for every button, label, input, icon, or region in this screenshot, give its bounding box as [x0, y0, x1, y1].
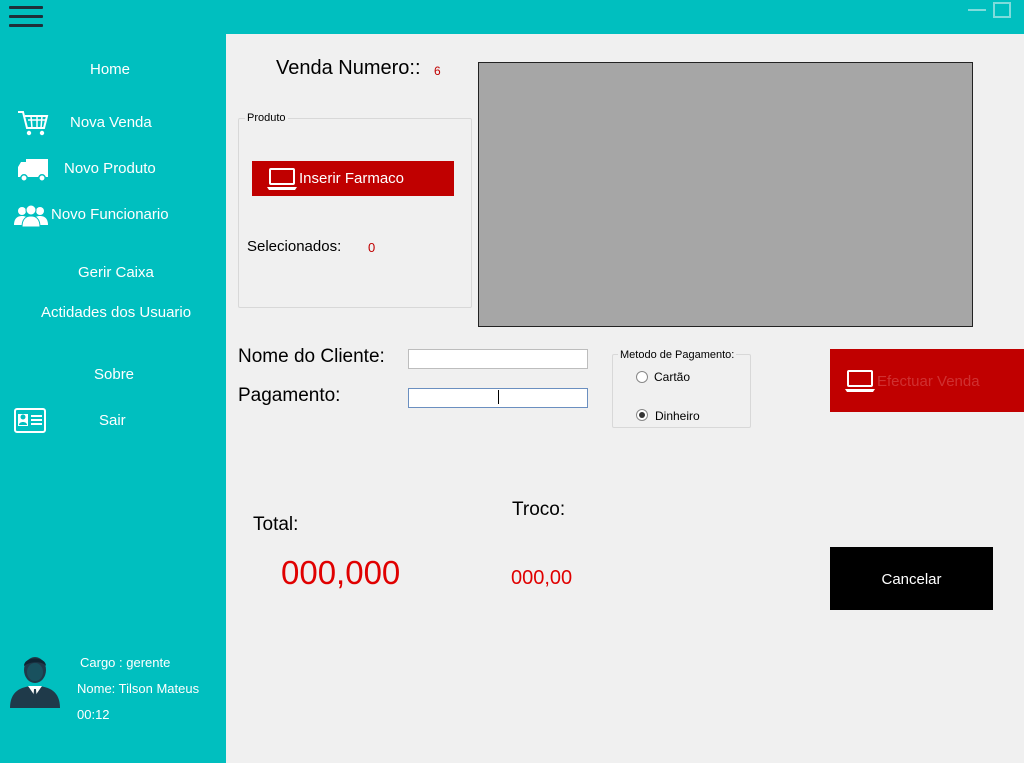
inserir-farmaco-button[interactable]: Inserir Farmaco: [252, 161, 454, 196]
pagamento-label: Pagamento:: [238, 385, 341, 406]
total-value: 000,000: [281, 554, 401, 591]
user-avatar-icon: [10, 657, 60, 708]
minimize-button[interactable]: [968, 9, 986, 11]
sidebar-item-novo-produto[interactable]: Novo Produto: [64, 160, 156, 177]
sidebar-item-nova-venda[interactable]: Nova Venda: [70, 114, 152, 131]
title-bar: [0, 0, 1024, 34]
sidebar-item-home[interactable]: Home: [90, 61, 130, 78]
produtos-preview-panel: [478, 62, 973, 327]
sidebar-item-sair[interactable]: Sair: [99, 412, 126, 429]
venda-numero-value: 6: [434, 64, 441, 78]
efectuar-venda-button[interactable]: Efectuar Venda: [830, 349, 1024, 412]
troco-label: Troco:: [512, 499, 566, 520]
selecionados-label: Selecionados:: [247, 238, 342, 255]
truck-icon: [18, 159, 48, 182]
efectuar-venda-label: Efectuar Venda: [877, 373, 980, 390]
radio-dinheiro[interactable]: [636, 409, 648, 421]
produto-legend: Produto: [245, 112, 288, 124]
cancelar-label: Cancelar: [881, 571, 942, 588]
menu-icon[interactable]: [9, 6, 43, 30]
text-caret: [498, 390, 499, 404]
produto-groupbox: [238, 118, 472, 308]
laptop-icon: [267, 168, 297, 190]
cliente-input[interactable]: [408, 349, 588, 369]
sidebar: Home Nova Venda Novo Produto Novo Funcio…: [0, 34, 226, 763]
laptop-icon: [845, 370, 875, 392]
radio-cartao-label[interactable]: Cartão: [654, 370, 690, 384]
users-icon: [14, 204, 48, 228]
cancelar-button[interactable]: Cancelar: [830, 547, 993, 610]
id-card-icon: [14, 408, 46, 433]
sidebar-item-gerir-caixa[interactable]: Gerir Caixa: [78, 264, 154, 281]
cart-icon: [18, 111, 49, 136]
metodo-pagamento-legend: Metodo de Pagamento:: [618, 349, 737, 361]
maximize-button[interactable]: [993, 2, 1011, 18]
total-label: Total:: [253, 514, 299, 535]
troco-value: 000,00: [511, 567, 573, 589]
sidebar-item-sobre[interactable]: Sobre: [94, 366, 134, 383]
radio-cartao[interactable]: [636, 371, 648, 383]
cliente-label: Nome do Cliente:: [238, 346, 385, 367]
user-nome: Nome: Tilson Mateus: [77, 681, 200, 696]
user-clock: 00:12: [77, 707, 110, 722]
sidebar-item-actidades[interactable]: Actidades dos Usuario: [41, 304, 191, 321]
user-cargo: Cargo : gerente: [80, 655, 171, 670]
inserir-farmaco-label: Inserir Farmaco: [299, 170, 405, 187]
main-panel: Venda Numero:: 6 Produto Inserir Farmaco…: [226, 34, 1024, 763]
venda-numero-label: Venda Numero::: [276, 57, 421, 79]
selecionados-count: 0: [368, 240, 376, 255]
sidebar-item-novo-funcionario[interactable]: Novo Funcionario: [51, 206, 169, 223]
radio-dinheiro-label[interactable]: Dinheiro: [655, 409, 700, 423]
